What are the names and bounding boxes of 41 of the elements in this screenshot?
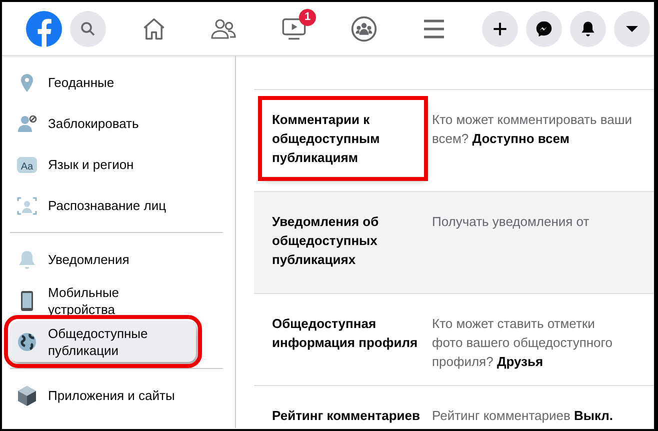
search-icon: [80, 20, 96, 36]
settings-row[interactable]: Общедоступная информация профиля Кто может ставить отметки фото вашего общедоступного профиля? Друзья: [254, 293, 654, 385]
globe-icon: [16, 330, 38, 352]
logo-icon[interactable]: [26, 10, 62, 46]
settings-row[interactable]: Комментарии к общедоступным публикациям Кто может комментировать ваши всем? Доступно всем: [254, 89, 654, 191]
settings-row[interactable]: Уведомления об общедоступных публикациях Получать уведомления от: [254, 191, 654, 293]
plus-button[interactable]: [482, 10, 518, 46]
setting-description: Кто может ставить отметки фото вашего общедоступного профиля? Друзья: [432, 315, 612, 371]
setting-title: Уведомления об общедоступных публикациях: [271, 213, 380, 269]
sidebar-item[interactable]: Общедоступные публикации: [10, 321, 196, 362]
nav-tab[interactable]: 1: [259, 6, 329, 50]
sidebar-item[interactable]: Распознавание лиц: [10, 185, 223, 226]
face-scan-icon: [16, 194, 38, 216]
sidebar-item[interactable]: Мобильные устройства: [10, 280, 223, 321]
sidebar-item[interactable]: Геоданные: [10, 62, 223, 103]
setting-description: Рейтинг комментариев Выкл.: [432, 407, 613, 425]
cube-icon: [16, 384, 38, 406]
group-icon: [350, 14, 378, 42]
setting-description: Получать уведомления от: [432, 213, 590, 231]
person-icon: [16, 112, 38, 134]
setting-description: Кто может комментировать ваши всем? Доступно всем: [432, 111, 632, 148]
caret-icon: [626, 26, 638, 32]
setting-title: Рейтинг комментариев: [271, 407, 421, 425]
sidebar-item[interactable]: Уведомления: [10, 239, 223, 280]
menu-icon: [422, 18, 446, 40]
messenger-icon: [535, 20, 553, 38]
sidebar-item[interactable]: Заблокировать: [10, 103, 223, 144]
sidebar-item[interactable]: Приложения и сайты: [10, 375, 223, 416]
settings-row[interactable]: Рейтинг комментариев Рейтинг комментариев Выкл.: [254, 385, 654, 429]
bell-icon: [579, 20, 597, 38]
notification-badge: 1: [299, 8, 316, 26]
video-icon: [281, 16, 307, 42]
bell-icon: [16, 248, 38, 270]
plus-icon: [491, 20, 509, 38]
caret-button[interactable]: [614, 10, 650, 46]
messenger-button[interactable]: [526, 10, 562, 46]
bell-button[interactable]: [570, 10, 606, 46]
sidebar-item[interactable]: Aa Язык и регион: [10, 144, 223, 185]
search-button[interactable]: [70, 10, 106, 46]
home-icon: [141, 16, 167, 42]
setting-title: Общедоступная информация профиля: [271, 315, 419, 352]
